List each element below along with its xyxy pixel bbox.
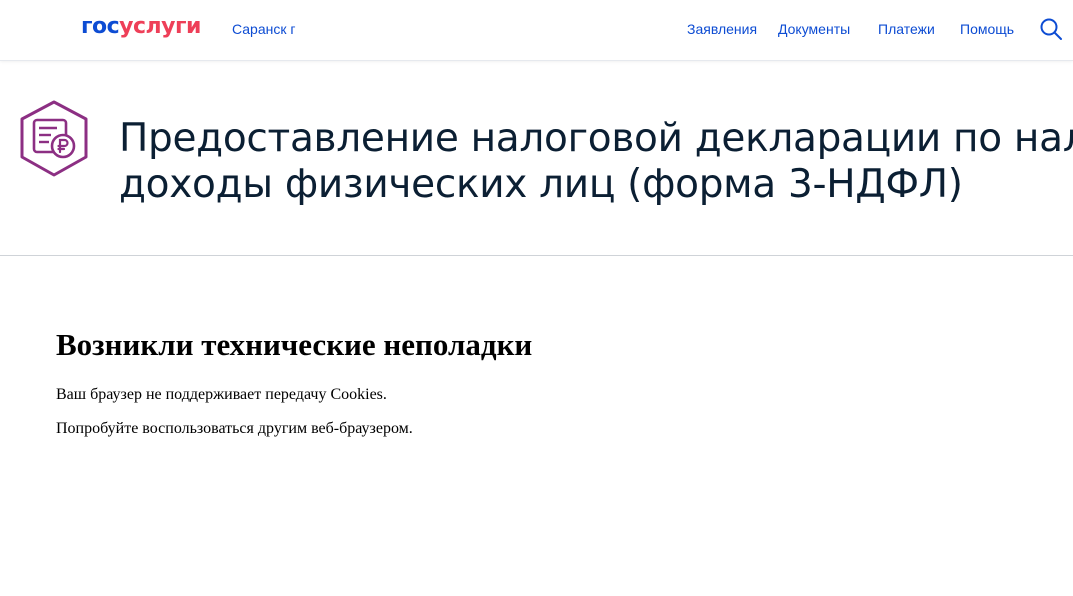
service-header: Предоставление налоговой декларации по н… — [0, 61, 1073, 256]
nav-documents[interactable]: Документы — [778, 20, 850, 38]
error-message-suggestion: Попробуйте воспользоваться другим веб-бр… — [56, 420, 413, 437]
service-title: Предоставление налоговой декларации по н… — [119, 116, 1073, 208]
search-icon[interactable] — [1039, 17, 1063, 41]
error-message-cookies: Ваш браузер не поддерживает передачу Coo… — [56, 386, 387, 403]
nav-help[interactable]: Помощь — [960, 20, 1014, 38]
nav-applications[interactable]: Заявления — [687, 20, 757, 38]
logo-part-uslugi: услуги — [119, 14, 201, 39]
logo-part-gos: гос — [81, 14, 120, 39]
gosuslugi-logo[interactable]: госуслуги — [81, 12, 201, 42]
service-title-line-1: Предоставление налоговой декларации по н… — [119, 116, 1073, 161]
error-title: Возникли технические неполадки — [56, 327, 533, 362]
nav-payments[interactable]: Платежи — [878, 20, 935, 38]
service-title-line-2: доходы физических лиц (форма 3-НДФЛ) — [119, 162, 963, 207]
tax-document-ruble-icon — [17, 99, 91, 179]
top-header: госуслуги Саранск г Заявления Документы … — [0, 0, 1073, 61]
city-selector[interactable]: Саранск г — [232, 20, 295, 38]
